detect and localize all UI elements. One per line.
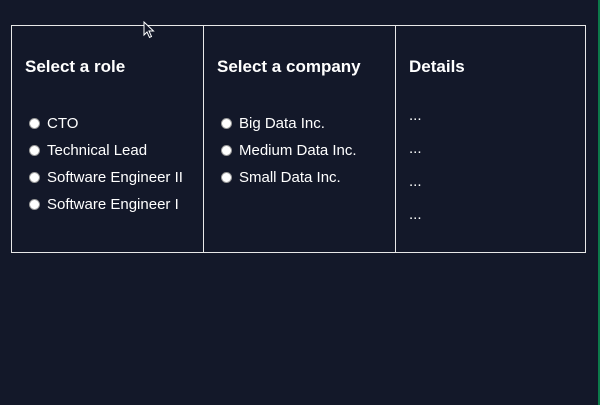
company-option-big-data[interactable]: Big Data Inc. <box>217 110 395 137</box>
role-label: Technical Lead <box>47 142 148 159</box>
company-radio-medium-data[interactable] <box>221 145 232 156</box>
company-label: Big Data Inc. <box>239 115 325 132</box>
company-options: Big Data Inc. Medium Data Inc. Small Dat… <box>217 110 395 191</box>
company-panel: Select a company Big Data Inc. Medium Da… <box>204 26 396 252</box>
company-heading: Select a company <box>217 57 361 76</box>
detail-line: ... <box>409 206 422 223</box>
company-option-medium-data[interactable]: Medium Data Inc. <box>217 137 395 164</box>
details-panel: Details ... ... ... ... <box>396 26 585 252</box>
company-radio-small-data[interactable] <box>221 172 232 183</box>
role-option-software-engineer-ii[interactable]: Software Engineer II <box>25 164 203 191</box>
role-option-cto[interactable]: CTO <box>25 110 203 137</box>
details-heading: Details <box>409 57 465 76</box>
mouse-pointer-icon <box>143 21 155 39</box>
app-frame: Select a role CTO Technical Lead Softwar… <box>0 0 600 405</box>
detail-line: ... <box>409 140 422 157</box>
role-radio-technical-lead[interactable] <box>29 145 40 156</box>
role-label: Software Engineer II <box>47 169 183 186</box>
role-radio-software-engineer-ii[interactable] <box>29 172 40 183</box>
role-panel: Select a role CTO Technical Lead Softwar… <box>12 26 204 252</box>
role-radio-cto[interactable] <box>29 118 40 129</box>
detail-line: ... <box>409 173 422 190</box>
role-option-technical-lead[interactable]: Technical Lead <box>25 137 203 164</box>
role-radio-software-engineer-i[interactable] <box>29 199 40 210</box>
company-label: Medium Data Inc. <box>239 142 357 159</box>
role-label: CTO <box>47 115 79 132</box>
company-radio-big-data[interactable] <box>221 118 232 129</box>
detail-line: ... <box>409 107 422 124</box>
role-options: CTO Technical Lead Software Engineer II … <box>25 110 203 218</box>
role-heading: Select a role <box>25 57 126 76</box>
selection-panels: Select a role CTO Technical Lead Softwar… <box>11 25 586 253</box>
details-list: ... ... ... ... <box>409 108 585 240</box>
company-option-small-data[interactable]: Small Data Inc. <box>217 164 395 191</box>
role-option-software-engineer-i[interactable]: Software Engineer I <box>25 191 203 218</box>
company-label: Small Data Inc. <box>239 169 341 186</box>
role-label: Software Engineer I <box>47 196 179 213</box>
